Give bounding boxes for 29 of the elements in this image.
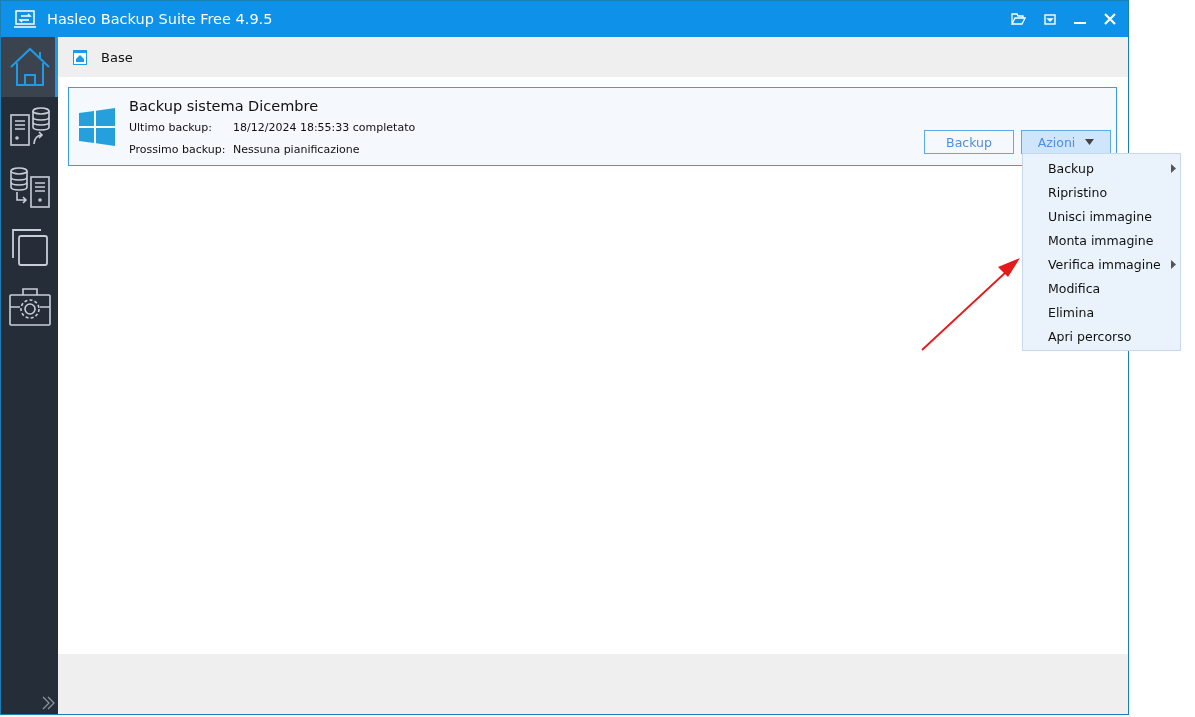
database-server-icon — [8, 166, 51, 208]
submenu-arrow-icon — [1171, 163, 1176, 173]
folder-icon[interactable] — [1011, 13, 1026, 25]
menu-item[interactable]: Ripristino — [1023, 180, 1180, 204]
menu-item[interactable]: Apri percorso — [1023, 324, 1180, 348]
menu-item[interactable]: Backup — [1023, 156, 1180, 180]
menu-box-icon[interactable] — [1044, 13, 1056, 25]
menu-item[interactable]: Monta immagine — [1023, 228, 1180, 252]
close-icon[interactable] — [1104, 13, 1116, 25]
caret-icon — [1085, 139, 1095, 145]
window-title: Hasleo Backup Suite Free 4.9.5 — [47, 11, 274, 27]
home-icon — [73, 49, 87, 65]
field-label: Ultimo backup: — [129, 120, 213, 134]
field-value: Nessuna pianificazione — [233, 142, 360, 156]
windows-logo-icon — [79, 107, 115, 146]
toolbox-gear-icon — [7, 287, 52, 327]
expand-icon[interactable] — [42, 696, 56, 710]
field-value: 18/12/2024 18:55:33 completato — [233, 120, 416, 134]
menu-item[interactable]: Elimina — [1023, 300, 1180, 324]
home-icon — [8, 47, 51, 87]
submenu-arrow-icon — [1171, 259, 1176, 269]
breadcrumb[interactable]: Base — [101, 49, 133, 65]
server-database-icon — [8, 106, 51, 148]
field-label: Prossimo backup: — [129, 142, 227, 156]
task-name: Backup sistema Dicembre — [129, 97, 320, 114]
app-logo-icon — [13, 10, 37, 28]
menu-item[interactable]: Verifica immagine — [1023, 252, 1180, 276]
menu-item[interactable]: Modifica — [1023, 276, 1180, 300]
menu-item[interactable]: Unisci immagine — [1023, 204, 1180, 228]
